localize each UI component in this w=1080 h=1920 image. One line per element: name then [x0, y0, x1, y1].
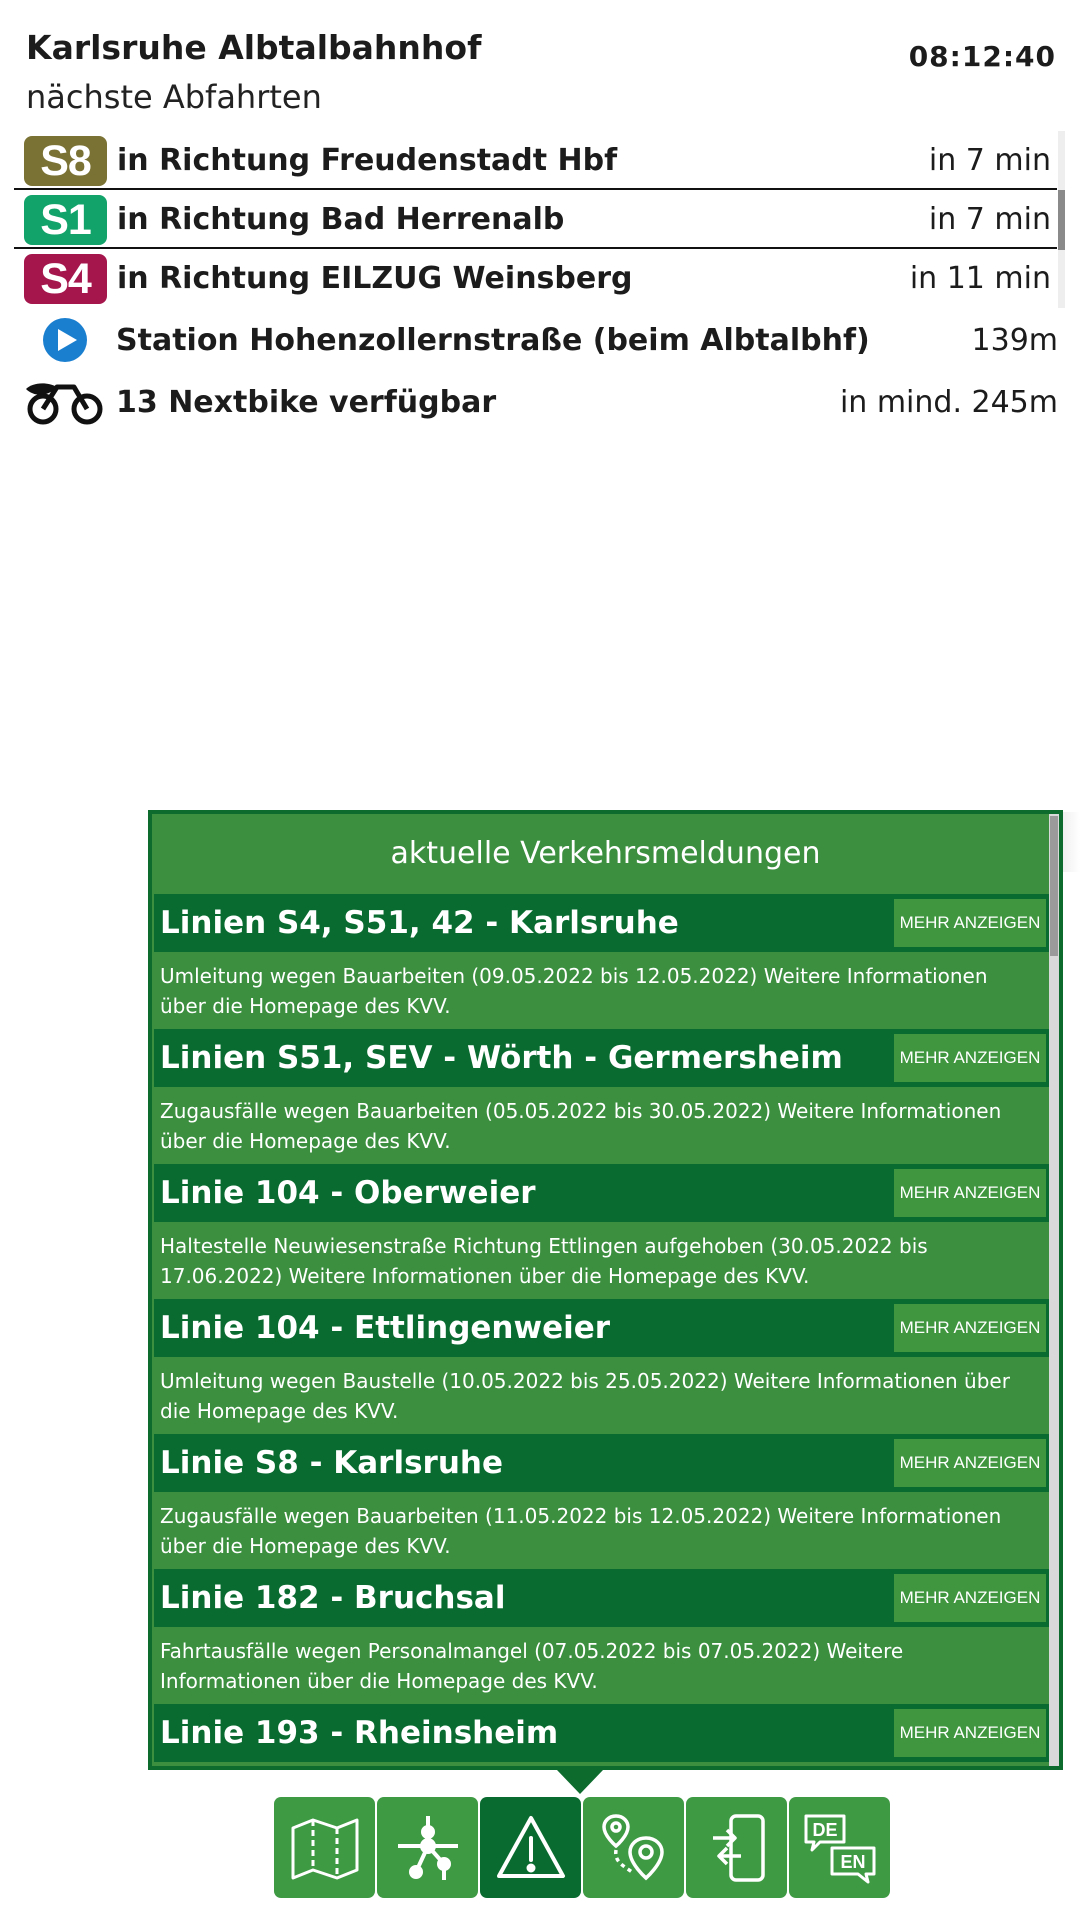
departure-destination: in Richtung Bad Herrenalb	[117, 202, 565, 237]
news-item-text: Umleitung wegen Bauarbeiten (09.05.2022 …	[160, 964, 988, 1018]
more-button[interactable]: MEHR ANZEIGEN	[894, 1034, 1046, 1082]
network-icon	[397, 1815, 458, 1880]
news-item-title: Linien S4, S51, 42 - Karlsruhe	[160, 905, 679, 941]
language-en-label: EN	[840, 1852, 865, 1872]
news-item-header: Linie S8 - Karlsruhe MEHR ANZEIGEN	[154, 1434, 1052, 1492]
departure-list: S8 in Richtung Freudenstadt Hbf in 7 min…	[14, 131, 1057, 308]
departure-row[interactable]: S4 in Richtung EILZUG Weinsberg in 11 mi…	[14, 249, 1057, 308]
station-title: Karlsruhe Albtalbahnhof	[26, 28, 482, 67]
news-item-text: Fahrtausfälle wegen Personalmangel (07.0…	[160, 1639, 904, 1693]
play-circle-icon	[43, 318, 87, 362]
map-icon	[291, 1818, 358, 1879]
more-button[interactable]: MEHR ANZEIGEN	[894, 1574, 1046, 1622]
news-item-title: Linien S51, SEV - Wörth - Germersheim	[160, 1040, 843, 1076]
nav-phone-button[interactable]	[686, 1797, 787, 1898]
news-item: Linie 104 - Oberweier MEHR ANZEIGEN Halt…	[154, 1164, 1052, 1299]
departure-scrollbar-thumb[interactable]	[1058, 190, 1065, 250]
language-de-label: DE	[812, 1820, 837, 1840]
news-item-text: Zugausfälle wegen Bauarbeiten (05.05.202…	[160, 1099, 1002, 1153]
clock: 08:12:40	[908, 40, 1056, 73]
nextbike-distance: in mind. 245m	[839, 385, 1058, 420]
departure-time: in 7 min	[928, 143, 1051, 178]
news-item-header: Linien S4, S51, 42 - Karlsruhe MEHR ANZE…	[154, 894, 1052, 952]
bottom-nav: DE EN	[274, 1797, 1006, 1899]
nextbike-text: 13 Nextbike verfügbar	[116, 385, 497, 420]
news-item-text: Umleitung wegen Baustelle (10.05.2022 bi…	[160, 1369, 1010, 1423]
departure-row[interactable]: S8 in Richtung Freudenstadt Hbf in 7 min	[14, 131, 1057, 190]
news-item-text: Zugausfälle wegen Bauarbeiten (11.05.202…	[160, 1504, 1002, 1558]
news-item-header: Linien S51, SEV - Wörth - Germersheim ME…	[154, 1029, 1052, 1087]
news-item: Linie 182 - Bruchsal MEHR ANZEIGEN Fahrt…	[154, 1569, 1052, 1704]
news-panel-title: aktuelle Verkehrsmeldungen	[390, 836, 821, 871]
nextbike-row[interactable]: 13 Nextbike verfügbar in mind. 245m	[24, 377, 1058, 427]
news-item: Linie 104 - Ettlingenweier MEHR ANZEIGEN…	[154, 1299, 1052, 1434]
news-scrollbar-thumb[interactable]	[1050, 816, 1058, 956]
phone-transfer-icon	[712, 1813, 765, 1882]
line-badge: S1	[24, 195, 107, 245]
language-icon: DE EN	[804, 1814, 875, 1883]
news-item-title: Linie S8 - Karlsruhe	[160, 1445, 503, 1481]
more-button[interactable]: MEHR ANZEIGEN	[894, 1304, 1046, 1352]
news-item-header: Linie 182 - Bruchsal MEHR ANZEIGEN	[154, 1569, 1052, 1627]
more-button[interactable]: MEHR ANZEIGEN	[894, 1169, 1046, 1217]
departure-row[interactable]: S1 in Richtung Bad Herrenalb in 7 min	[14, 190, 1057, 249]
more-button[interactable]: MEHR ANZEIGEN	[894, 1709, 1046, 1757]
news-item-title: Linie 104 - Oberweier	[160, 1175, 536, 1211]
news-item: Linien S51, SEV - Wörth - Germersheim ME…	[154, 1029, 1052, 1164]
nextbike-icon	[26, 383, 103, 425]
news-item: Linie 193 - Rheinsheim MEHR ANZEIGEN	[154, 1704, 1052, 1766]
news-item-title: Linie 182 - Bruchsal	[160, 1580, 506, 1616]
news-scrollbar[interactable]	[1049, 814, 1059, 1766]
nearby-station-text: Station Hohenzollernstraße (beim Albtalb…	[116, 323, 870, 358]
traffic-news-panel: aktuelle Verkehrsmeldungen Linien S4, S5…	[148, 810, 1063, 1770]
panel-pointer	[557, 1770, 603, 1794]
news-item-title: Linie 193 - Rheinsheim	[160, 1715, 559, 1751]
route-pin-icon	[601, 1813, 664, 1880]
news-item: Linien S4, S51, 42 - Karlsruhe MEHR ANZE…	[154, 894, 1052, 1029]
nearby-station-row[interactable]: Station Hohenzollernstraße (beim Albtalb…	[24, 315, 1058, 365]
news-item-text: Haltestelle Neuwiesenstraße Richtung Ett…	[160, 1234, 928, 1288]
nav-route-button[interactable]	[583, 1797, 684, 1898]
news-item: Linie S8 - Karlsruhe MEHR ANZEIGEN Zugau…	[154, 1434, 1052, 1569]
nearby-station-distance: 139m	[971, 323, 1058, 358]
departure-time: in 11 min	[909, 261, 1051, 296]
nav-language-button[interactable]: DE EN	[789, 1797, 890, 1898]
news-item-title: Linie 104 - Ettlingenweier	[160, 1310, 611, 1346]
more-button[interactable]: MEHR ANZEIGEN	[894, 1439, 1046, 1487]
departure-destination: in Richtung EILZUG Weinsberg	[117, 261, 633, 296]
warning-icon	[496, 1815, 565, 1878]
news-item-header: Linie 104 - Oberweier MEHR ANZEIGEN	[154, 1164, 1052, 1222]
news-item-text	[154, 1762, 1052, 1766]
nav-warning-button[interactable]	[480, 1797, 581, 1898]
departure-destination: in Richtung Freudenstadt Hbf	[117, 143, 618, 178]
panel-shadow	[1063, 812, 1080, 872]
news-item-header: Linie 193 - Rheinsheim MEHR ANZEIGEN	[154, 1704, 1052, 1762]
nav-network-button[interactable]	[377, 1797, 478, 1898]
departures-subtitle: nächste Abfahrten	[26, 78, 322, 116]
line-badge: S8	[24, 136, 107, 186]
nav-map-button[interactable]	[274, 1797, 375, 1898]
line-badge: S4	[24, 254, 107, 304]
news-item-header: Linie 104 - Ettlingenweier MEHR ANZEIGEN	[154, 1299, 1052, 1357]
departure-time: in 7 min	[928, 202, 1051, 237]
more-button[interactable]: MEHR ANZEIGEN	[894, 899, 1046, 947]
